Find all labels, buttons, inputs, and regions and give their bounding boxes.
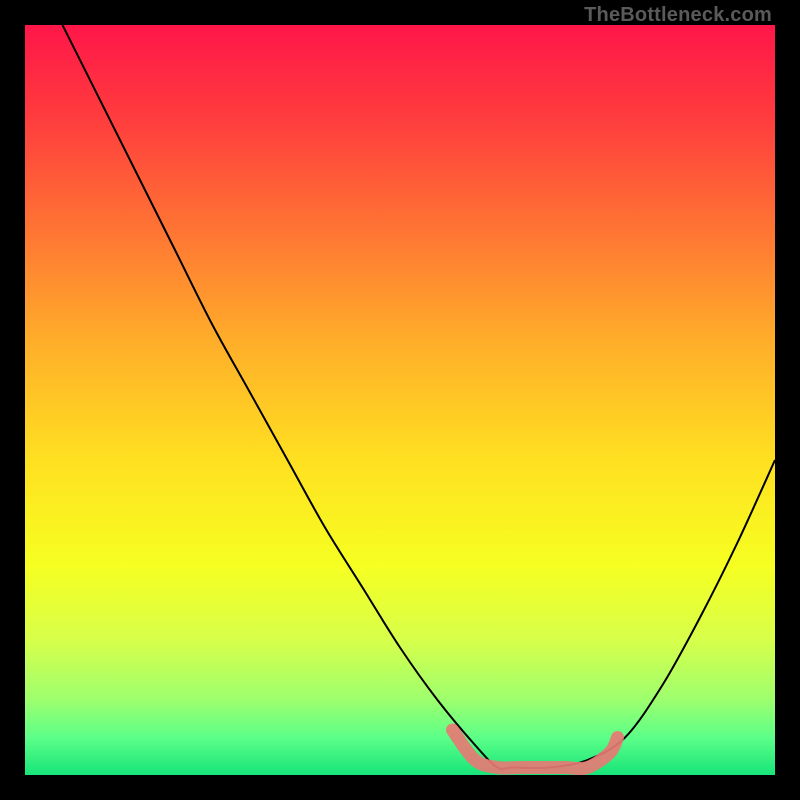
watermark-text: TheBottleneck.com (584, 4, 772, 27)
chart-frame: TheBottleneck.com (0, 0, 800, 800)
plot-area (25, 25, 775, 775)
gradient-background (25, 25, 775, 775)
chart-svg (25, 25, 775, 775)
